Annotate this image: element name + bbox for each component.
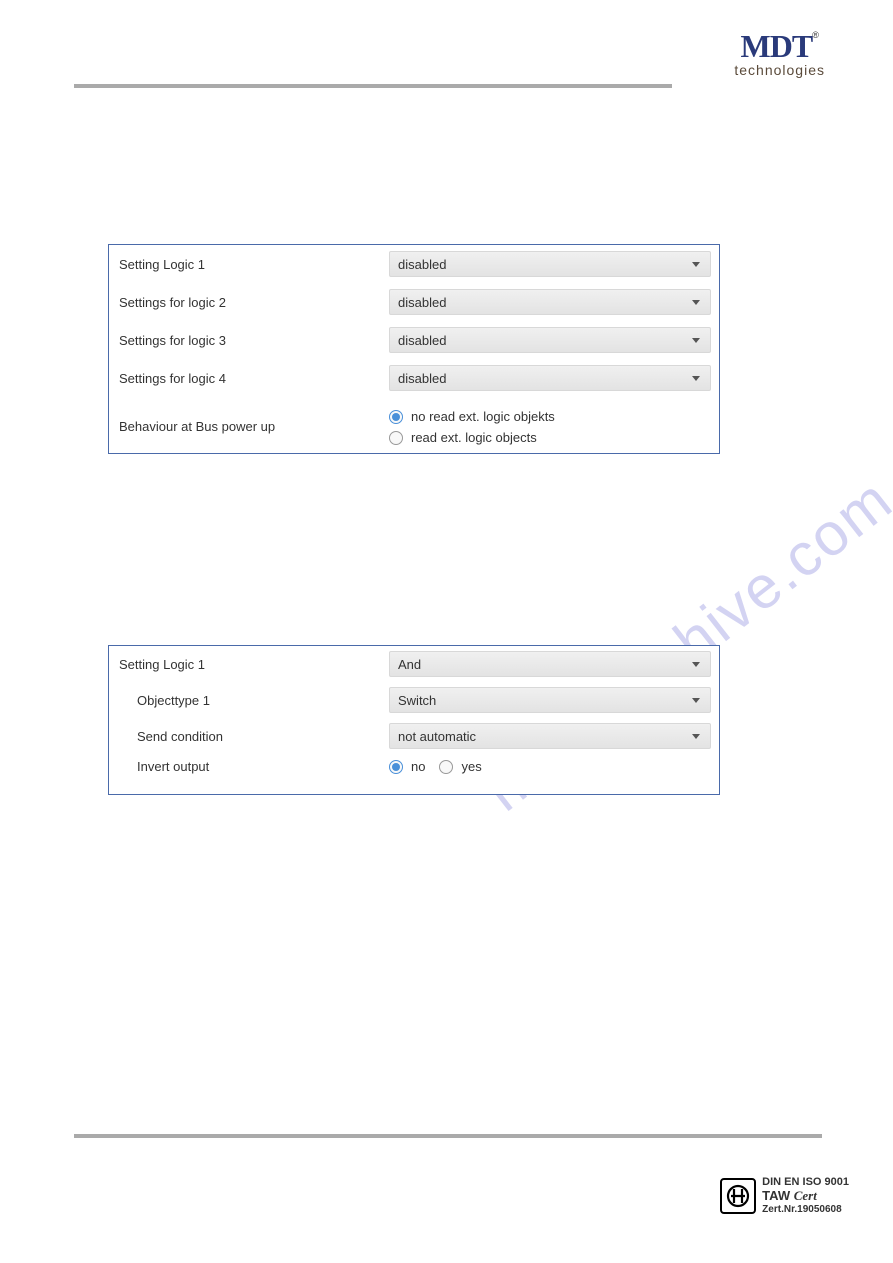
detail-setting-logic-1-label: Setting Logic 1 (119, 657, 389, 672)
settings-logic-4-label: Settings for logic 4 (119, 371, 389, 386)
settings-logic-2-dropdown[interactable]: disabled (389, 289, 711, 315)
cert-iso: DIN EN ISO 9001 (762, 1176, 849, 1188)
objecttype-1-value: Switch (398, 693, 436, 708)
invert-yes-label: yes (461, 759, 481, 774)
cert-number: Zert.Nr.19050608 (762, 1204, 849, 1215)
cert-mark-icon (720, 1178, 756, 1214)
bus-power-up-label: Behaviour at Bus power up (119, 407, 389, 434)
invert-no-label: no (411, 759, 425, 774)
bus-no-read-radio[interactable] (389, 410, 403, 424)
send-condition-label: Send condition (119, 729, 389, 744)
brand-logo: MDT® technologies (734, 30, 825, 78)
invert-output-radio-group: no yes (389, 759, 711, 774)
bus-read-label: read ext. logic objects (411, 430, 537, 445)
invert-no-radio[interactable] (389, 760, 403, 774)
setting-logic-1-dropdown[interactable]: disabled (389, 251, 711, 277)
header-divider (74, 84, 672, 88)
bus-read-radio[interactable] (389, 431, 403, 445)
bus-no-read-label: no read ext. logic objekts (411, 409, 555, 424)
settings-logic-3-dropdown[interactable]: disabled (389, 327, 711, 353)
logic-detail-panel: Setting Logic 1 And Objecttype 1 Switch … (108, 645, 720, 795)
registered-mark: ® (812, 30, 819, 40)
settings-logic-3-label: Settings for logic 3 (119, 333, 389, 348)
send-condition-value: not automatic (398, 729, 476, 744)
brand-tagline: technologies (734, 62, 825, 78)
settings-logic-2-label: Settings for logic 2 (119, 295, 389, 310)
invert-output-label: Invert output (119, 759, 389, 774)
settings-logic-2-value: disabled (398, 295, 446, 310)
settings-logic-4-dropdown[interactable]: disabled (389, 365, 711, 391)
setting-logic-1-label: Setting Logic 1 (119, 257, 389, 272)
cert-text: DIN EN ISO 9001 TAW Cert Zert.Nr.1905060… (762, 1176, 849, 1215)
detail-setting-logic-1-dropdown[interactable]: And (389, 651, 711, 677)
settings-logic-4-value: disabled (398, 371, 446, 386)
settings-logic-3-value: disabled (398, 333, 446, 348)
setting-logic-1-value: disabled (398, 257, 446, 272)
send-condition-dropdown[interactable]: not automatic (389, 723, 711, 749)
bus-power-up-radio-group: no read ext. logic objekts read ext. log… (389, 407, 711, 445)
cert-taw: TAW Cert (762, 1188, 849, 1204)
brand-name: MDT (741, 28, 813, 64)
objecttype-1-dropdown[interactable]: Switch (389, 687, 711, 713)
logic-overview-panel: Setting Logic 1 disabled Settings for lo… (108, 244, 720, 454)
objecttype-1-label: Objecttype 1 (119, 693, 389, 708)
invert-yes-radio[interactable] (439, 760, 453, 774)
detail-setting-logic-1-value: And (398, 657, 421, 672)
footer-divider (74, 1134, 822, 1138)
certification-badge: DIN EN ISO 9001 TAW Cert Zert.Nr.1905060… (720, 1176, 849, 1215)
